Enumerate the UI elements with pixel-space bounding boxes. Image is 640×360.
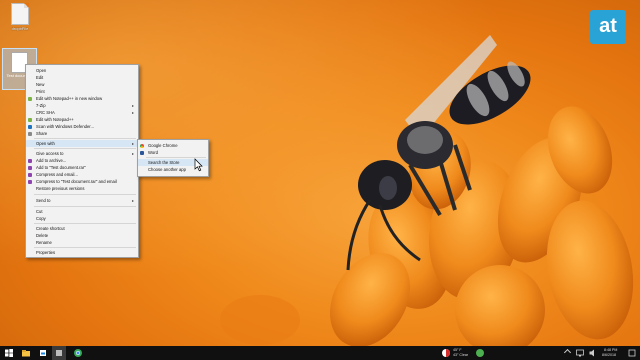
chevron-right-icon: ▸ <box>131 151 134 156</box>
chevron-right-icon: ▸ <box>131 198 134 203</box>
addictivetips-logo: at <box>590 10 626 44</box>
winrar-icon <box>28 158 32 163</box>
mouse-pointer-icon <box>194 158 203 172</box>
chrome-icon <box>140 143 144 148</box>
shield-icon <box>28 124 32 129</box>
menu-item-send-to[interactable]: Send to ▸ <box>26 197 138 204</box>
notepad-icon <box>28 117 32 122</box>
chevron-up-icon[interactable] <box>563 348 572 357</box>
menu-item-windows-defender[interactable]: Scan with Windows Defender... <box>26 123 138 130</box>
weather-icon[interactable] <box>441 348 451 358</box>
menu-item-restore-versions[interactable]: Restore previous versions <box>26 185 138 192</box>
menu-item-add-archive[interactable]: Add to archive... <box>26 157 138 164</box>
menu-item-print[interactable]: Print <box>26 88 138 95</box>
menu-separator <box>34 223 136 224</box>
menu-separator <box>34 247 136 248</box>
app-icon[interactable] <box>38 348 48 358</box>
chrome-icon[interactable] <box>73 348 83 358</box>
menu-item-rename[interactable]: Rename <box>26 239 138 246</box>
menu-item-notepad[interactable]: Edit with Notepad++ <box>26 116 138 123</box>
submenu-item-word[interactable]: Word <box>138 149 208 156</box>
menu-item-create-shortcut[interactable]: Create shortcut <box>26 225 138 232</box>
menu-item-open[interactable]: Open <box>26 67 138 74</box>
menu-separator <box>34 138 136 139</box>
clock-time[interactable]: 8:48 PM <box>604 348 617 352</box>
volume-icon[interactable] <box>588 348 598 358</box>
chevron-right-icon: ▸ <box>131 141 134 146</box>
context-menu: Open Edit New Print Edit with Notepad++ … <box>25 64 139 258</box>
winrar-icon <box>28 172 32 177</box>
menu-item-delete[interactable]: Delete <box>26 232 138 239</box>
winrar-icon <box>28 165 32 170</box>
action-center-icon[interactable] <box>627 348 637 358</box>
submenu-item-chrome[interactable]: Google Chrome <box>138 142 208 149</box>
windows-start-icon[interactable] <box>4 348 14 358</box>
menu-separator <box>34 194 136 195</box>
menu-separator <box>34 148 136 149</box>
menu-item-cut[interactable]: Cut <box>26 208 138 215</box>
file-icon <box>11 3 29 25</box>
menu-separator <box>34 206 136 207</box>
menu-item-copy[interactable]: Copy <box>26 215 138 222</box>
network-icon[interactable] <box>575 348 585 358</box>
menu-item-open-with[interactable]: Open with ▸ <box>26 140 138 147</box>
word-icon <box>140 150 144 155</box>
menu-item-notepad-new-window[interactable]: Edit with Notepad++ in new window <box>26 95 138 102</box>
menu-item-give-access[interactable]: Give access to ▸ <box>26 150 138 157</box>
weather-temp: 45° F <box>453 348 462 352</box>
taskbar-active-app[interactable] <box>52 346 66 360</box>
clock-date[interactable]: 8/6/2018 <box>602 353 616 357</box>
menu-item-7zip[interactable]: 7-Zip ▸ <box>26 102 138 109</box>
weather-desc: 43° Clear <box>453 353 469 357</box>
menu-item-properties[interactable]: Properties <box>26 249 138 256</box>
menu-item-new[interactable]: New <box>26 81 138 88</box>
chevron-right-icon: ▸ <box>131 110 134 115</box>
menu-item-share[interactable]: Share <box>26 130 138 137</box>
menu-item-crc-sha[interactable]: CRC SHA ▸ <box>26 109 138 116</box>
notepad-icon <box>28 96 32 101</box>
menu-item-edit[interactable]: Edit <box>26 74 138 81</box>
status-icon[interactable] <box>475 348 485 358</box>
menu-item-compress-rar-email[interactable]: Compress to "Test document.rar" and emai… <box>26 178 138 185</box>
file-explorer-icon[interactable] <box>21 348 31 358</box>
chevron-right-icon: ▸ <box>131 103 134 108</box>
menu-item-add-rar[interactable]: Add to "Test document.rar" <box>26 164 138 171</box>
taskbar: 45° F 43° Clear 8:48 PM 8/6/2018 <box>0 346 640 360</box>
desktop-icon-file[interactable]: dropbFile <box>3 3 37 31</box>
app-icon <box>56 350 62 356</box>
winrar-icon <box>28 179 32 184</box>
menu-item-compress-email[interactable]: Compress and email... <box>26 171 138 178</box>
share-icon <box>28 131 32 136</box>
